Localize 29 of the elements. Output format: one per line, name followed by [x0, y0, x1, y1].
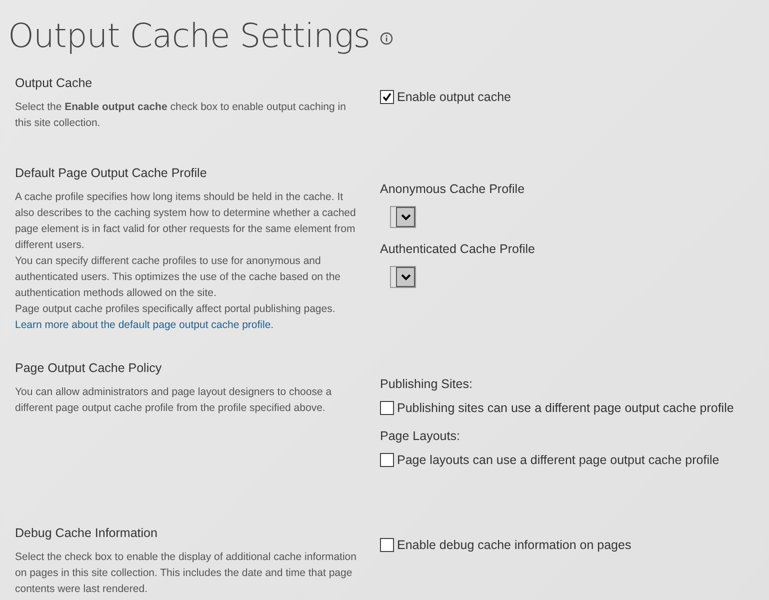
page-title: Output Cache Settings — [8, 16, 370, 54]
section-description: Select the check box to enable the display of additional cache information on pages in this site collection. This includes the date and time that page contents were last rendered. — [15, 550, 358, 597]
field-label: Page Layouts: — [380, 429, 461, 443]
section-description: You can specify different cache profiles to use for anonymous and authenticated users. This optimizes the use of the cache based on the authentication methods allowed on the site. — [15, 254, 342, 301]
section-description: A cache profile specifies how long items should be held in the cache. It also describes to the caching system how to determine whether a cached page element is in fact valid for other requests for the same element from different users. — [15, 190, 357, 253]
section-heading: Default Page Output Cache Profile — [15, 166, 208, 180]
info-icon[interactable] — [380, 32, 393, 44]
checkbox-option[interactable]: Enable debug cache information on pages — [380, 538, 769, 552]
learn-more-link[interactable]: Learn more about the default page output cache profile. — [15, 319, 274, 331]
checkbox-option[interactable]: Page layouts can use a different page output cache profile — [380, 453, 769, 467]
section-description: Select the Enable output cache check box to enable output caching in this site collection. — [15, 100, 347, 131]
checkbox-option[interactable]: Enable output cache — [380, 90, 769, 104]
checkbox[interactable] — [380, 90, 394, 104]
checkbox[interactable] — [380, 538, 394, 552]
section-heading: Output Cache — [15, 76, 94, 90]
chevron-down-icon — [400, 214, 410, 220]
field-label: Publishing Sites: — [380, 377, 474, 391]
checkbox-option[interactable]: Publishing sites can use a different page output cache profile — [380, 401, 769, 415]
section-heading: Debug Cache Information — [15, 526, 158, 540]
dropdown[interactable] — [390, 206, 416, 228]
chevron-down-icon — [400, 274, 410, 280]
section-description: You can allow administrators and page layout designers to choose a different page output cache profile from the profile specified above. — [15, 385, 333, 416]
checkbox[interactable] — [380, 453, 394, 467]
field-label: Anonymous Cache Profile — [380, 182, 526, 196]
field-label: Authenticated Cache Profile — [380, 242, 536, 256]
dropdown[interactable] — [390, 266, 416, 288]
section-heading: Page Output Cache Policy — [15, 361, 163, 375]
checkbox[interactable] — [380, 401, 394, 415]
section-description: Page output cache profiles specifically affect portal publishing pages. Learn more about the default page output cache profile. — [15, 302, 336, 333]
